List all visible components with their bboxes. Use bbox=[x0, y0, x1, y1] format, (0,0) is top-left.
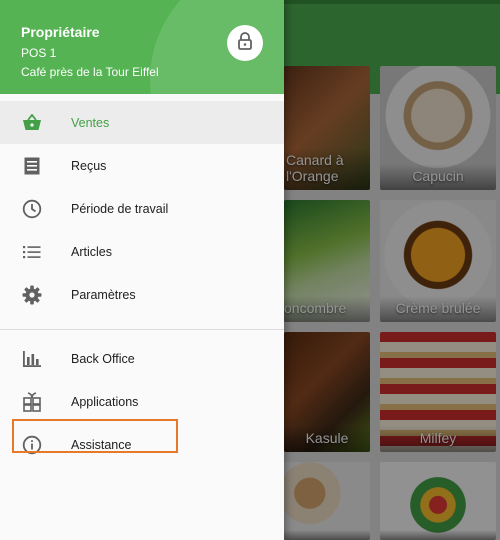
bar-chart-icon bbox=[22, 349, 42, 369]
lock-icon bbox=[237, 31, 253, 55]
menu-item-sales[interactable]: Ventes bbox=[0, 101, 284, 144]
drawer-header: Propriétaire POS 1 Café près de la Tour … bbox=[0, 0, 284, 94]
menu-item-label: Paramètres bbox=[71, 287, 136, 302]
menu-item-settings[interactable]: Paramètres bbox=[0, 273, 284, 316]
gear-icon bbox=[22, 285, 42, 305]
menu-item-work-period[interactable]: Période de travail bbox=[0, 187, 284, 230]
lock-button[interactable] bbox=[227, 25, 263, 61]
menu-item-assistance[interactable]: Assistance bbox=[0, 423, 284, 466]
receipt-icon bbox=[22, 156, 42, 176]
menu-item-articles[interactable]: Articles bbox=[0, 230, 284, 273]
basket-icon bbox=[22, 113, 42, 133]
header-decoration bbox=[150, 0, 284, 94]
navigation-drawer: Propriétaire POS 1 Café près de la Tour … bbox=[0, 0, 284, 540]
menu-item-label: Reçus bbox=[71, 158, 107, 173]
menu-item-receipts[interactable]: Reçus bbox=[0, 144, 284, 187]
account-owner: Propriétaire bbox=[21, 24, 100, 40]
menu-item-label: Ventes bbox=[71, 115, 110, 130]
pos-name: POS 1 bbox=[21, 46, 57, 60]
clock-icon bbox=[22, 199, 42, 219]
menu-item-label: Assistance bbox=[71, 437, 132, 452]
menu-item-label: Période de travail bbox=[71, 201, 169, 216]
menu-item-applications[interactable]: Applications bbox=[0, 380, 284, 423]
list-icon bbox=[22, 242, 42, 262]
menu-item-label: Applications bbox=[71, 394, 139, 409]
menu-item-back-office[interactable]: Back Office bbox=[0, 337, 284, 380]
menu-divider bbox=[0, 329, 284, 330]
apps-icon bbox=[22, 391, 42, 412]
drawer-menu: Ventes Reçus Période de travail Articles… bbox=[0, 101, 284, 466]
info-icon bbox=[22, 435, 42, 455]
store-name: Café près de la Tour Eiffel bbox=[21, 65, 159, 79]
menu-item-label: Back Office bbox=[71, 351, 135, 366]
menu-item-label: Articles bbox=[71, 244, 112, 259]
